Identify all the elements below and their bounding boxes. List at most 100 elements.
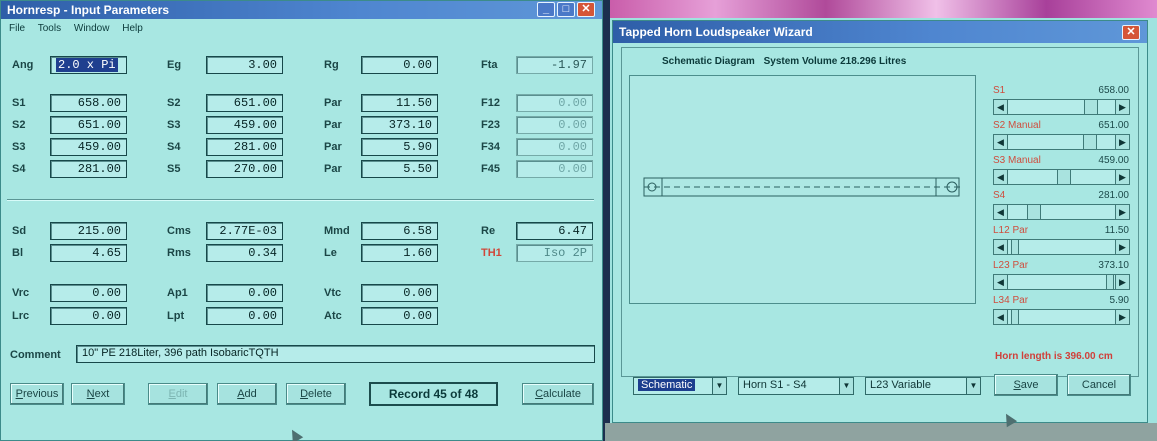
close-icon[interactable]: ✕ [577, 2, 595, 17]
bl-field[interactable]: 4.65 [50, 244, 127, 262]
previous-button[interactable]: Previous [10, 383, 64, 405]
slider-thumb[interactable] [1057, 170, 1071, 184]
s2-field[interactable]: 651.00 [50, 116, 127, 134]
arrow-left-icon[interactable]: ◀ [994, 135, 1008, 149]
slider-track[interactable]: ◀ ▶ [993, 169, 1130, 185]
le-field[interactable]: 1.60 [361, 244, 438, 262]
eg-field[interactable]: 3.00 [206, 56, 283, 74]
ap1-field[interactable]: 0.00 [206, 284, 283, 302]
vrc-label: Vrc [12, 287, 30, 299]
record-indicator: Record 45 of 48 [369, 382, 498, 406]
slider-track[interactable]: ◀ ▶ [993, 99, 1130, 115]
lrc-field[interactable]: 0.00 [50, 307, 127, 325]
f23-field[interactable]: 0.00 [516, 116, 593, 134]
lpt-field[interactable]: 0.00 [206, 307, 283, 325]
slider-thumb[interactable] [1083, 135, 1097, 149]
slider-thumb[interactable] [1027, 205, 1041, 219]
s3-label: S3 [12, 141, 26, 153]
f34-field[interactable]: 0.00 [516, 138, 593, 156]
arrow-left-icon[interactable]: ◀ [994, 240, 1008, 254]
menu-window[interactable]: Window [74, 23, 110, 34]
arrow-left-icon[interactable]: ◀ [994, 275, 1008, 289]
next-button[interactable]: Next [71, 383, 125, 405]
slider-track[interactable]: ◀ ▶ [993, 204, 1130, 220]
arrow-right-icon[interactable]: ▶ [1115, 205, 1129, 219]
atc-label: Atc [324, 310, 342, 322]
bl-label: Bl [12, 247, 23, 259]
cms-field[interactable]: 2.77E-03 [206, 222, 283, 240]
par1-field[interactable]: 11.50 [361, 94, 438, 112]
slider-track[interactable]: ◀ ▶ [993, 134, 1130, 150]
arrow-left-icon[interactable]: ◀ [994, 205, 1008, 219]
s2-label: S2 [12, 119, 26, 131]
f45-field[interactable]: 0.00 [516, 160, 593, 178]
par4-field[interactable]: 5.50 [361, 160, 438, 178]
arrow-right-icon[interactable]: ▶ [1115, 170, 1129, 184]
variable-dropdown[interactable]: L23 Variable ▼ [865, 377, 981, 395]
s5-field[interactable]: 270.00 [206, 160, 283, 178]
comment-field[interactable]: 10" PE 218Liter, 396 path IsobaricTQTH [76, 345, 595, 363]
delete-button[interactable]: Delete [286, 383, 346, 405]
s2b-field[interactable]: 651.00 [206, 94, 283, 112]
slider-track[interactable]: ◀ ▶ [993, 239, 1130, 255]
arrow-left-icon[interactable]: ◀ [994, 310, 1008, 324]
ang-field[interactable]: 2.0 x Pi [50, 56, 127, 74]
chevron-down-icon[interactable]: ▼ [966, 378, 980, 394]
rg-field[interactable]: 0.00 [361, 56, 438, 74]
s4b-field[interactable]: 281.00 [206, 138, 283, 156]
window-title: Hornresp - Input Parameters [7, 3, 170, 17]
arrow-left-icon[interactable]: ◀ [994, 170, 1008, 184]
view-dropdown[interactable]: Schematic ▼ [633, 377, 727, 395]
s4-field[interactable]: 281.00 [50, 160, 127, 178]
slider-thumb[interactable] [1106, 275, 1114, 289]
add-button[interactable]: Add [217, 383, 277, 405]
slider-thumb[interactable] [1011, 240, 1019, 254]
arrow-right-icon[interactable]: ▶ [1115, 275, 1129, 289]
calculate-button[interactable]: Calculate [522, 383, 594, 405]
ang-label: Ang [12, 59, 34, 71]
s3b-field[interactable]: 459.00 [206, 116, 283, 134]
mmd-field[interactable]: 6.58 [361, 222, 438, 240]
arrow-right-icon[interactable]: ▶ [1115, 100, 1129, 114]
vtc-field[interactable]: 0.00 [361, 284, 438, 302]
slider-value: 651.00 [1098, 120, 1129, 131]
vrc-field[interactable]: 0.00 [50, 284, 127, 302]
arrow-right-icon[interactable]: ▶ [1115, 135, 1129, 149]
cancel-button[interactable]: Cancel [1067, 374, 1131, 396]
th1-field[interactable]: Iso 2P [516, 244, 593, 262]
fta-field[interactable]: -1.97 [516, 56, 593, 74]
f12-field[interactable]: 0.00 [516, 94, 593, 112]
wizard-close-icon[interactable]: ✕ [1122, 25, 1140, 40]
slider-thumb[interactable] [1084, 100, 1098, 114]
s1-field[interactable]: 658.00 [50, 94, 127, 112]
sd-field[interactable]: 215.00 [50, 222, 127, 240]
f23-label: F23 [481, 119, 500, 131]
rms-field[interactable]: 0.34 [206, 244, 283, 262]
slider-thumb[interactable] [1011, 310, 1019, 324]
maximize-icon[interactable]: □ [557, 2, 575, 17]
horn-dropdown[interactable]: Horn S1 - S4 ▼ [738, 377, 854, 395]
re-field[interactable]: 6.47 [516, 222, 593, 240]
chevron-down-icon[interactable]: ▼ [712, 378, 726, 394]
rg-label: Rg [324, 59, 339, 71]
slider-track[interactable]: ◀ ▶ [993, 309, 1130, 325]
menu-file[interactable]: File [9, 23, 25, 34]
s3-field[interactable]: 459.00 [50, 138, 127, 156]
title-bar: Hornresp - Input Parameters [1, 1, 602, 19]
edit-button[interactable]: Edit [148, 383, 208, 405]
arrow-right-icon[interactable]: ▶ [1115, 240, 1129, 254]
wizard-panel: Schematic Diagram System Volume 218.296 … [621, 47, 1139, 377]
par3-field[interactable]: 5.90 [361, 138, 438, 156]
f45-label: F45 [481, 163, 500, 175]
atc-field[interactable]: 0.00 [361, 307, 438, 325]
arrow-right-icon[interactable]: ▶ [1115, 310, 1129, 324]
save-button[interactable]: Save [994, 374, 1058, 396]
slider-label: S4 [993, 190, 1006, 201]
par2-field[interactable]: 373.10 [361, 116, 438, 134]
slider-track[interactable]: ◀ ▶ [993, 274, 1130, 290]
arrow-left-icon[interactable]: ◀ [994, 100, 1008, 114]
minimize-icon[interactable]: _ [537, 2, 555, 17]
chevron-down-icon[interactable]: ▼ [839, 378, 853, 394]
menu-tools[interactable]: Tools [38, 23, 61, 34]
menu-help[interactable]: Help [122, 23, 143, 34]
